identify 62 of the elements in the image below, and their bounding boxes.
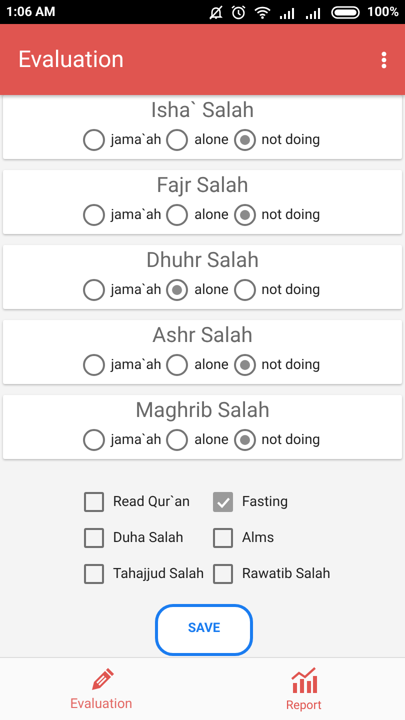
checkbox[interactable] bbox=[84, 564, 104, 584]
prayer-title: Dhuhr Salah bbox=[145, 248, 260, 274]
radio-label: alone bbox=[194, 432, 229, 448]
checkbox[interactable] bbox=[84, 492, 104, 512]
radio-button[interactable] bbox=[82, 279, 105, 301]
battery-icon bbox=[331, 6, 361, 18]
battery-percent: 100% bbox=[367, 4, 399, 20]
radio-button[interactable] bbox=[234, 129, 256, 151]
radio-label: not doing bbox=[262, 282, 320, 298]
status-time: 1:06 AM bbox=[6, 4, 56, 20]
save-button[interactable]: SAVE bbox=[155, 604, 253, 656]
radio-button[interactable] bbox=[82, 429, 105, 451]
radio-label: jama`ah bbox=[110, 357, 162, 373]
radio-button[interactable] bbox=[166, 354, 188, 376]
radio-button[interactable] bbox=[234, 279, 256, 301]
radio-label: alone bbox=[194, 132, 229, 148]
nav-tab[interactable]: Evaluation bbox=[0, 658, 202, 720]
radio-button[interactable] bbox=[166, 429, 188, 451]
checkbox[interactable] bbox=[213, 492, 233, 512]
checkbox-label: Duha Salah bbox=[113, 530, 184, 546]
radio-button[interactable] bbox=[166, 204, 188, 226]
prayer-title: Maghrib Salah bbox=[134, 398, 271, 424]
alarm-icon bbox=[231, 4, 246, 20]
radio-button[interactable] bbox=[82, 354, 105, 376]
check-icon bbox=[216, 496, 230, 508]
nav-tab[interactable]: Report bbox=[202, 658, 405, 720]
checkbox-label: Fasting bbox=[242, 494, 288, 510]
radio-label: alone bbox=[194, 282, 229, 298]
prayer-title: Isha` Salah bbox=[150, 98, 256, 124]
radio-button[interactable] bbox=[234, 204, 256, 226]
checkbox-label: Tahajjud Salah bbox=[113, 566, 204, 582]
radio-label: jama`ah bbox=[110, 432, 162, 448]
muted-bell-icon bbox=[209, 4, 223, 20]
checkbox[interactable] bbox=[213, 528, 233, 548]
checkbox[interactable] bbox=[84, 528, 104, 548]
checkbox-label: Read Qur`an bbox=[113, 494, 190, 510]
more-options-icon[interactable] bbox=[381, 50, 387, 68]
radio-button[interactable] bbox=[82, 204, 105, 226]
radio-label: not doing bbox=[262, 357, 320, 373]
radio-label: not doing bbox=[262, 207, 320, 223]
wifi-icon bbox=[254, 6, 271, 18]
prayer-title: Ashr Salah bbox=[151, 323, 254, 349]
radio-label: alone bbox=[194, 357, 229, 373]
prayer-title: Fajr Salah bbox=[155, 173, 250, 199]
radio-button[interactable] bbox=[234, 429, 256, 451]
radio-label: not doing bbox=[262, 432, 320, 448]
radio-label: alone bbox=[194, 207, 229, 223]
radio-label: jama`ah bbox=[110, 282, 162, 298]
checkbox-label: Rawatib Salah bbox=[242, 566, 330, 582]
signal-icon bbox=[305, 6, 323, 18]
radio-label: not doing bbox=[262, 132, 320, 148]
radio-label: jama`ah bbox=[110, 207, 162, 223]
radio-button[interactable] bbox=[234, 354, 256, 376]
signal-icon bbox=[279, 6, 297, 18]
radio-button[interactable] bbox=[82, 129, 105, 151]
radio-button[interactable] bbox=[166, 129, 188, 151]
checkbox[interactable] bbox=[213, 564, 233, 584]
screen-title: Evaluation bbox=[18, 46, 125, 73]
radio-button[interactable] bbox=[166, 279, 188, 301]
radio-label: jama`ah bbox=[110, 132, 162, 148]
bar-chart-icon bbox=[290, 666, 318, 694]
checkbox-label: Alms bbox=[242, 530, 274, 546]
